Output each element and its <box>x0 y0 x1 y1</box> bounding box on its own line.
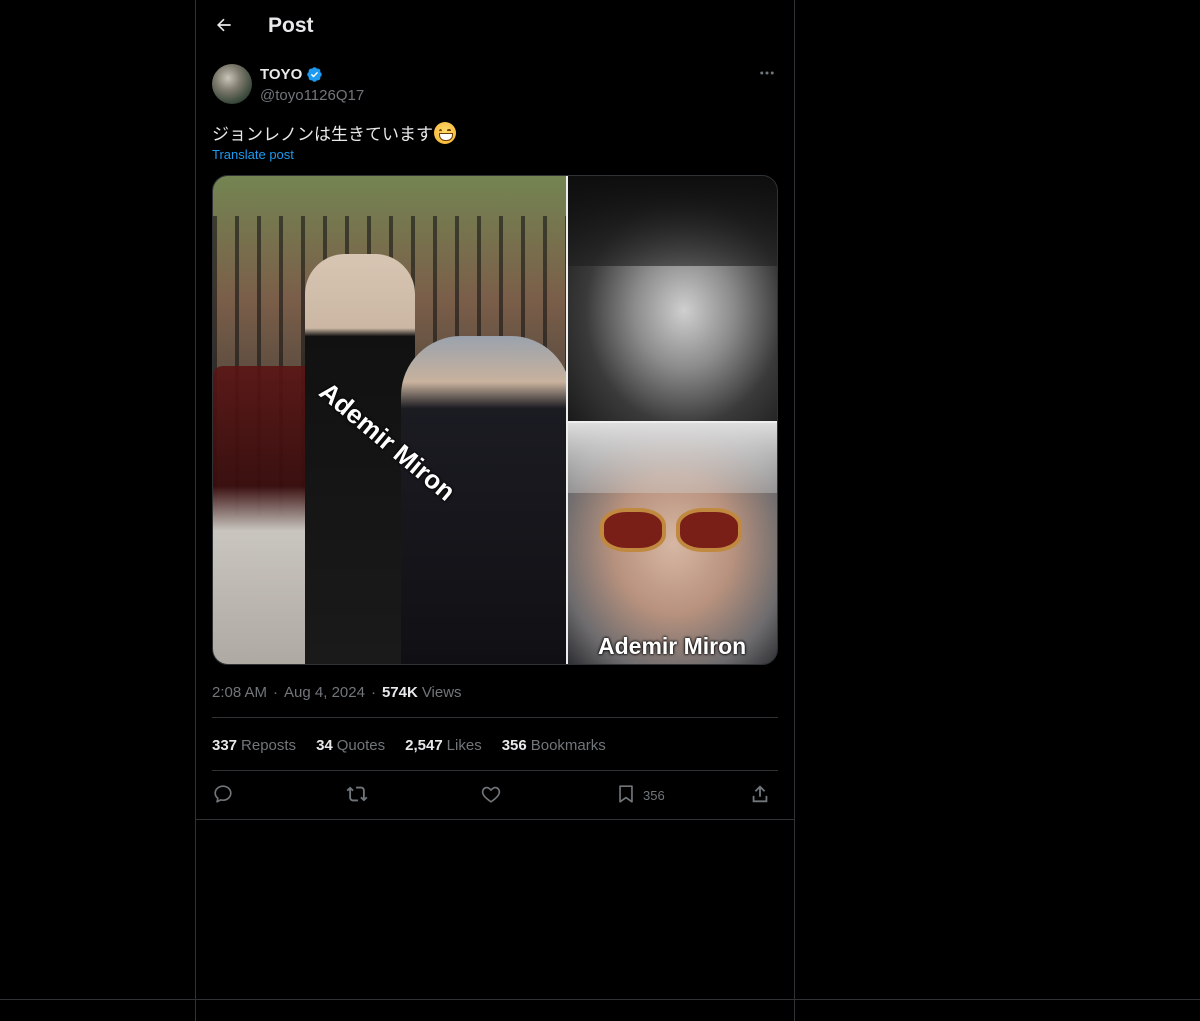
media-photo-top-right[interactable] <box>568 176 777 421</box>
views-label: Views <box>421 684 462 701</box>
repost-button[interactable] <box>346 782 368 808</box>
stat-count: 34 <box>316 737 333 754</box>
portrait-hair-shape <box>568 176 777 266</box>
stat-count: 337 <box>212 737 238 754</box>
bottom-divider <box>0 999 1200 1000</box>
share-button[interactable] <box>749 782 771 808</box>
more-dots-icon <box>758 64 776 87</box>
divider <box>212 717 778 718</box>
views-count: 574K <box>381 684 418 701</box>
author-name[interactable]: TOYO <box>260 66 302 83</box>
bookmark-button[interactable]: 356 <box>615 782 665 808</box>
author-handle[interactable]: @toyo1126Q17 <box>260 87 364 104</box>
post-time[interactable]: 2:08 AM <box>212 684 267 701</box>
stat-count: 356 <box>501 737 527 754</box>
stat-reposts[interactable]: 337 Reposts <box>212 737 296 754</box>
like-button[interactable] <box>480 782 502 808</box>
portrait-hair-shape <box>568 423 777 493</box>
post-date[interactable]: Aug 4, 2024 <box>284 684 365 701</box>
back-button[interactable] <box>208 11 240 43</box>
bookmark-icon <box>615 783 637 808</box>
bookmark-count: 356 <box>643 787 665 803</box>
grinning-face-icon <box>434 121 456 144</box>
page-title: Post <box>268 14 314 37</box>
heart-icon <box>480 783 502 808</box>
reply-button[interactable] <box>212 782 234 808</box>
sunglasses-left-lens <box>600 508 666 552</box>
meta-separator: · <box>370 684 376 701</box>
stat-label: Quotes <box>336 737 386 754</box>
stat-bookmarks[interactable]: 356 Bookmarks <box>502 737 606 754</box>
media-photo-left[interactable]: Ademir Miron <box>213 176 571 664</box>
reply-icon <box>212 783 234 808</box>
post-text: ジョンレノンは生きています <box>212 120 456 145</box>
post-author: TOYO @toyo1126Q17 <box>212 64 778 106</box>
arrow-left-icon <box>214 15 234 40</box>
more-options-button[interactable] <box>756 64 778 86</box>
post-text-body: ジョンレノンは生きています <box>212 125 433 144</box>
woman-figure <box>401 336 571 664</box>
share-icon <box>749 783 771 808</box>
avatar[interactable] <box>212 64 252 104</box>
stat-likes[interactable]: 2,547 Likes <box>405 737 482 754</box>
verified-badge-icon <box>306 66 323 83</box>
post-meta: 2:08 AM · Aug 4, 2024 · 574K Views <box>212 684 462 701</box>
post-media[interactable]: Ademir Miron Ademir Miron <box>212 175 778 665</box>
repost-icon <box>346 783 368 808</box>
stat-quotes[interactable]: 34 Quotes <box>316 737 385 754</box>
stat-label: Reposts <box>241 737 297 754</box>
sunglasses-right-lens <box>676 508 742 552</box>
main-column: Post TOYO @toyo1126Q17 ジョンレノンは生きています Tra… <box>195 0 795 1021</box>
stat-label: Bookmarks <box>530 737 606 754</box>
post-stats: 337 Reposts 34 Quotes 2,547 Likes 356 Bookma… <box>212 737 606 754</box>
translate-post-link[interactable]: Translate post <box>212 147 294 162</box>
media-photo-bottom-right[interactable]: Ademir Miron <box>568 423 777 664</box>
page: Post TOYO @toyo1126Q17 ジョンレノンは生きています Tra… <box>0 0 1200 1021</box>
post-header: Post <box>196 0 794 54</box>
author-name-row[interactable]: TOYO <box>260 66 323 83</box>
post-actions: 356 <box>212 782 778 808</box>
watermark-right: Ademir Miron <box>598 633 747 659</box>
divider <box>196 819 794 820</box>
meta-separator: · <box>273 684 279 701</box>
stat-count: 2,547 <box>405 737 443 754</box>
stat-label: Likes <box>446 737 482 754</box>
divider <box>212 770 778 771</box>
